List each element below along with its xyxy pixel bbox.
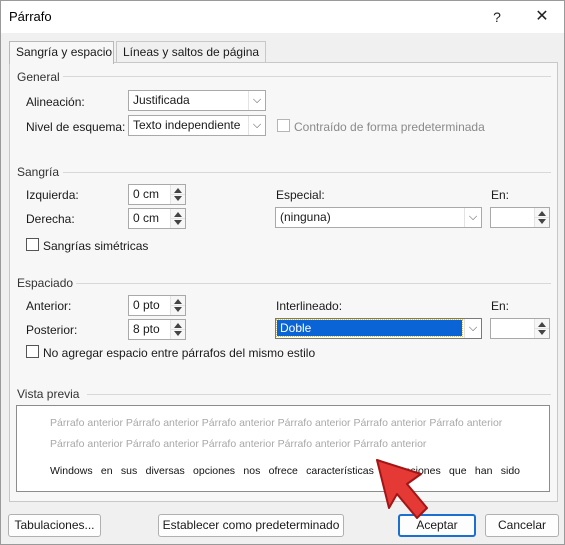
- spacing-before-label: Anterior:: [26, 299, 72, 313]
- preview-sample-text: Windows en sus diversas opciones nos ofr…: [50, 465, 520, 477]
- special-indent-select[interactable]: (ninguna) ⌵: [275, 207, 482, 228]
- spacing-before-spinner[interactable]: 0 pto: [128, 295, 186, 316]
- spinner-buttons[interactable]: [534, 319, 549, 338]
- close-button[interactable]: ✕: [528, 5, 556, 29]
- line-spacing-at-spinner[interactable]: [490, 318, 550, 339]
- chevron-down-icon[interactable]: ⌵: [464, 208, 481, 227]
- outline-level-select[interactable]: Texto independiente ⌵: [128, 115, 266, 136]
- special-indent-value: (ninguna): [280, 210, 331, 224]
- tabs-button[interactable]: Tabulaciones...: [8, 514, 101, 537]
- chevron-down-icon[interactable]: ⌵: [464, 319, 481, 338]
- preview-previous-line-2: Párrafo anterior Párrafo anterior Párraf…: [50, 438, 427, 450]
- alignment-value: Justificada: [133, 93, 190, 107]
- preview-box: Párrafo anterior Párrafo anterior Párraf…: [16, 405, 550, 492]
- title-bar: Párrafo ? ✕: [1, 1, 564, 33]
- indent-by-spinner[interactable]: [490, 207, 550, 228]
- preview-previous-line-1: Párrafo anterior Párrafo anterior Párraf…: [50, 417, 503, 429]
- alignment-select[interactable]: Justificada ⌵: [128, 90, 266, 111]
- indent-left-value: 0 cm: [133, 187, 160, 201]
- no-space-same-style-checkbox[interactable]: [26, 345, 39, 358]
- chevron-down-icon[interactable]: ⌵: [248, 116, 265, 135]
- outline-level-label: Nivel de esquema:: [26, 120, 126, 134]
- collapsed-default-label: Contraído de forma predeterminada: [294, 120, 485, 134]
- line-spacing-label: Interlineado:: [276, 299, 343, 313]
- spacing-section-label: Espaciado: [17, 276, 74, 290]
- spacing-after-value: 8 pto: [133, 322, 160, 336]
- indent-right-label: Derecha:: [26, 212, 75, 226]
- spacing-before-value: 0 pto: [133, 298, 160, 312]
- alignment-label: Alineación:: [26, 95, 85, 109]
- tab-indent-spacing[interactable]: Sangría y espacio: [9, 41, 114, 64]
- arrow-cursor-icon: [376, 459, 428, 519]
- spinner-buttons[interactable]: [534, 208, 549, 227]
- preview-section-label: Vista previa: [17, 387, 80, 401]
- indent-by-label: En:: [491, 188, 510, 202]
- chevron-down-icon[interactable]: ⌵: [248, 91, 265, 110]
- line-spacing-at-label: En:: [491, 299, 510, 313]
- help-button[interactable]: ?: [484, 5, 510, 29]
- general-section-label: General: [17, 70, 60, 84]
- set-default-button[interactable]: Establecer como predeterminado: [158, 514, 344, 537]
- spacing-after-spinner[interactable]: 8 pto: [128, 319, 186, 340]
- no-space-same-style-label: No agregar espacio entre párrafos del mi…: [43, 346, 316, 360]
- general-separator: [63, 76, 551, 77]
- line-spacing-select[interactable]: Doble ⌵: [275, 318, 482, 339]
- indent-right-value: 0 cm: [133, 211, 160, 225]
- tab-line-page-breaks[interactable]: Líneas y saltos de página: [116, 41, 266, 63]
- indent-left-spinner[interactable]: 0 cm: [128, 184, 186, 205]
- collapsed-default-checkbox[interactable]: [277, 119, 290, 132]
- spinner-buttons[interactable]: [170, 320, 185, 339]
- preview-separator: [87, 394, 551, 395]
- spacing-after-label: Posterior:: [26, 323, 78, 337]
- cancel-button[interactable]: Cancelar: [485, 514, 559, 537]
- outline-level-value: Texto independiente: [133, 118, 241, 132]
- line-spacing-value: Doble: [276, 319, 463, 337]
- paragraph-dialog: Párrafo ? ✕ Sangría y espacio Líneas y s…: [0, 0, 565, 545]
- special-indent-label: Especial:: [276, 188, 325, 202]
- spacing-separator: [76, 283, 551, 284]
- spinner-buttons[interactable]: [170, 296, 185, 315]
- indent-separator: [63, 172, 551, 173]
- spinner-buttons[interactable]: [170, 185, 185, 204]
- mirror-indents-label: Sangrías simétricas: [43, 239, 149, 253]
- mirror-indents-checkbox[interactable]: [26, 238, 39, 251]
- indent-left-label: Izquierda:: [26, 188, 79, 202]
- dialog-title: Párrafo: [9, 9, 52, 24]
- indent-right-spinner[interactable]: 0 cm: [128, 208, 186, 229]
- indent-section-label: Sangría: [17, 165, 60, 179]
- spinner-buttons[interactable]: [170, 209, 185, 228]
